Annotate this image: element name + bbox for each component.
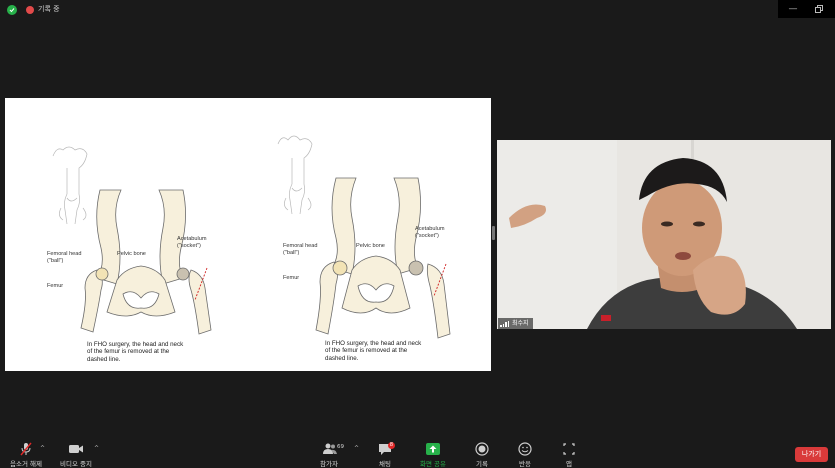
- speaker-figure: [497, 140, 831, 329]
- participants-icon: [323, 443, 337, 454]
- label-femur: Femur: [47, 283, 64, 289]
- label-femoral-head: Femoral head: [47, 251, 82, 257]
- participants-button[interactable]: 참가자: [314, 437, 344, 468]
- recording-dot-icon: [26, 6, 34, 14]
- share-screen-button[interactable]: 화면 공유: [416, 437, 450, 468]
- label-femoral-head: Femoral head: [283, 243, 318, 249]
- participant-name: 최수지: [512, 320, 529, 327]
- record-icon: [475, 442, 489, 456]
- label-acetabulum: Acetabulum: [415, 226, 445, 232]
- chat-button[interactable]: 채팅: [372, 437, 398, 468]
- label-pelvic-bone: Pelvic bone: [356, 243, 385, 249]
- mute-button[interactable]: 음소거 해제: [6, 437, 46, 468]
- reactions-button[interactable]: 반응: [511, 437, 539, 468]
- reactions-smiley-icon: [518, 442, 532, 456]
- apps-icon: [563, 443, 575, 455]
- participant-name-tag: 최수지: [498, 318, 533, 329]
- label-ball: ("ball"): [283, 250, 300, 256]
- label-femur: Femur: [283, 275, 300, 281]
- pelvis-illustration-right: [277, 135, 451, 339]
- minimize-button[interactable]: —: [786, 3, 800, 15]
- signal-icon: [500, 321, 509, 327]
- participants-options-caret[interactable]: ^: [354, 445, 359, 452]
- window-controls: —: [778, 0, 835, 18]
- video-camera-icon: [69, 445, 83, 453]
- caption-left: In FHO surgery, the head and neck of the…: [87, 341, 184, 363]
- participants-count: 69: [337, 444, 344, 450]
- speaker-video[interactable]: [497, 140, 831, 329]
- share-screen-icon: [426, 443, 440, 455]
- video-button[interactable]: 비디오 중지: [56, 437, 96, 468]
- security-shield-icon[interactable]: [7, 5, 17, 15]
- shared-screen-slide: Femoral head ("ball") Pelvic bone Acetab…: [5, 98, 491, 371]
- label-socket: ("socket"): [177, 243, 201, 249]
- label-acetabulum: Acetabulum: [177, 236, 207, 242]
- top-bar: 기록 중 —: [0, 0, 835, 20]
- label-socket: ("socket"): [415, 233, 439, 239]
- leave-button[interactable]: 나가기: [795, 447, 828, 462]
- record-button[interactable]: 기록: [468, 437, 496, 468]
- mute-options-caret[interactable]: ^: [40, 445, 45, 452]
- label-pelvic-bone: Pelvic bone: [117, 251, 146, 257]
- video-options-caret[interactable]: ^: [94, 445, 99, 452]
- layout-splitter-handle[interactable]: [492, 226, 495, 240]
- meeting-toolbar: 음소거 해제 ^ 비디오 중지 ^ 참가자 69 ^ 채팅 8 화면 공유 기록…: [0, 437, 835, 468]
- restore-button[interactable]: [812, 3, 826, 15]
- caption-right: In FHO surgery, the head and neck of the…: [325, 340, 422, 362]
- apps-button[interactable]: 앱: [556, 437, 582, 468]
- chat-unread-badge: 8: [388, 442, 395, 449]
- microphone-muted-icon: [20, 442, 32, 456]
- label-ball: ("ball"): [47, 258, 64, 264]
- recording-label: 기록 중: [38, 5, 60, 13]
- pelvis-illustration-left: [52, 146, 212, 335]
